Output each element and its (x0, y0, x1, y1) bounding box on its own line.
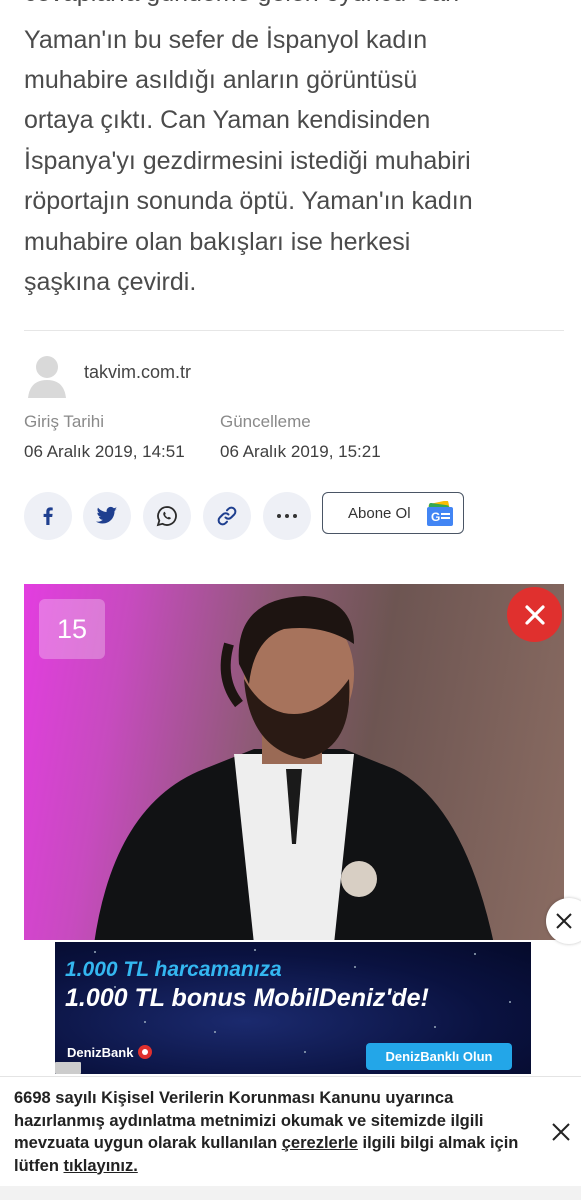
cookie-text: 6698 sayılı Kişisel Verilerin Korunması … (14, 1087, 534, 1177)
share-whatsapp-button[interactable] (143, 492, 191, 540)
ad-subheadline: 1.000 TL bonus MobilDeniz'de! (65, 984, 429, 1012)
article-line: şaşkına çevirdi. (24, 268, 197, 296)
ad-info-icon[interactable] (55, 1062, 81, 1074)
article-line: İspanya'yı gezdirmesini istediği muhabir… (24, 147, 471, 175)
ad-brand: DenizBank (67, 1044, 153, 1060)
more-icon (277, 514, 297, 518)
cookie-link-click[interactable]: tıklayınız. (64, 1157, 138, 1175)
ad-brand-name: DenizBank (67, 1045, 134, 1060)
article-line: ortaya çıktı. Can Yaman kendisinden (24, 106, 431, 134)
svg-text:G: G (431, 510, 440, 524)
bottom-bar (0, 1186, 581, 1200)
more-share-button[interactable] (263, 492, 311, 540)
google-news-icon: G (427, 501, 453, 526)
author-name[interactable]: takvim.com.tr (84, 362, 191, 383)
twitter-icon (96, 506, 118, 524)
share-twitter-button[interactable] (83, 492, 131, 540)
cookie-banner: 6698 sayılı Kişisel Verilerin Korunması … (0, 1076, 581, 1201)
updated-label: Güncelleme (220, 412, 311, 431)
person-photo (94, 596, 494, 944)
close-icon (524, 604, 545, 625)
share-facebook-button[interactable] (24, 492, 72, 540)
denizbank-logo-icon (138, 1045, 153, 1059)
article-line: Yaman'ın bu sefer de İspanyol kadın (24, 26, 428, 54)
facebook-icon (43, 507, 53, 525)
subscribe-label: Abone Ol (348, 504, 411, 522)
ad-banner[interactable]: 1.000 TL harcamanıza 1.000 TL bonus Mobi… (55, 942, 531, 1074)
ad-cta-button[interactable]: DenizBanklı Olun (366, 1043, 512, 1070)
link-icon (217, 506, 237, 526)
cookie-link-cookies[interactable]: çerezlerle (282, 1134, 358, 1152)
updated-date: 06 Aralık 2019, 15:21 (220, 442, 381, 461)
divider (24, 330, 564, 331)
gallery-image[interactable]: 15 (24, 584, 564, 944)
subscribe-button[interactable]: Abone Ol G (322, 492, 464, 534)
article-line: muhabire asıldığı anların görüntüsü (24, 66, 418, 94)
user-silhouette-icon (24, 350, 70, 400)
article-line: röportajın sonunda öptü. Yaman'ın kadın (24, 187, 473, 215)
close-icon (556, 913, 572, 929)
gallery-counter: 15 (39, 599, 105, 659)
article-line: muhabire olan bakışları ise herkesi (24, 228, 411, 256)
gallery-close-button[interactable] (507, 587, 562, 642)
published-label: Giriş Tarihi (24, 412, 104, 431)
article-line: cevaplarıa gündeme gelen oyuncu Can (24, 0, 459, 14)
cookie-close-button[interactable] (547, 1118, 575, 1146)
copy-link-button[interactable] (203, 492, 251, 540)
ad-headline: 1.000 TL harcamanıza (65, 958, 282, 981)
published-date: 06 Aralık 2019, 14:51 (24, 442, 185, 461)
close-icon (552, 1123, 570, 1141)
whatsapp-icon (156, 506, 177, 527)
